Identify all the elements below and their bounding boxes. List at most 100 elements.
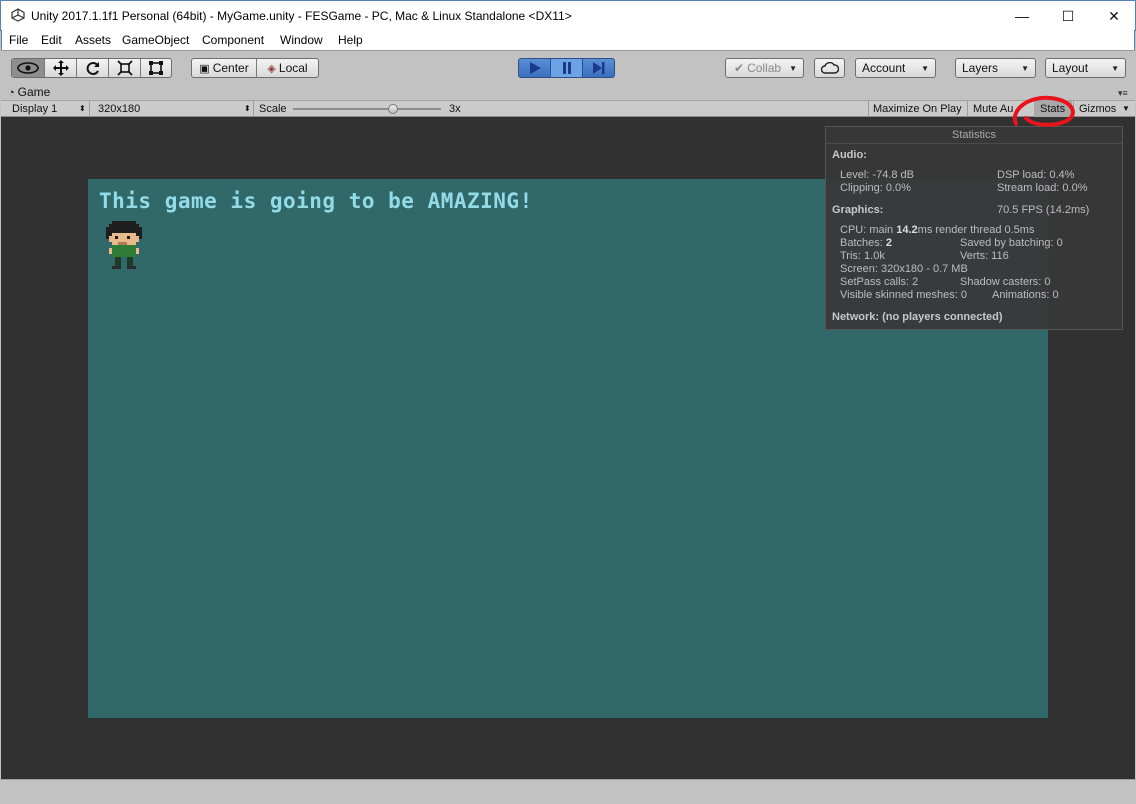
cpu-main-value: 14.2 [896,224,918,236]
skinned-meshes: Visible skinned meshes: 0 [840,289,967,301]
gizmos-dropdown[interactable]: Gizmos [1079,103,1116,115]
pause-button[interactable] [551,59,583,77]
game-view-toolbar: Display 1 ⬍ 320x180 ⬍ Scale 3x Maximize … [1,100,1135,117]
cloud-button[interactable] [814,58,845,78]
close-icon: ✕ [1108,7,1120,24]
shadow-casters: Shadow casters: 0 [960,276,1051,288]
move-tool-button[interactable] [45,59,77,77]
scale-tool-button[interactable] [109,59,141,77]
fps-readout: 70.5 FPS (14.2ms) [997,204,1090,216]
menu-component[interactable]: Component [202,33,264,47]
statistics-panel: Statistics Audio: Level: -74.8 dB DSP lo… [825,126,1123,330]
unity-logo-icon [11,8,25,22]
game-message-text: This game is going to be AMAZING! [99,189,533,213]
resolution-dropdown[interactable]: 320x180 [98,103,140,115]
menu-assets[interactable]: Assets [75,33,111,47]
game-tab-header [1,84,1135,100]
menu-gameobject[interactable]: GameObject [122,33,189,47]
play-controls [518,58,615,78]
network-status: Network: (no players connected) [832,311,1003,323]
chevron-down-icon: ▼ [1111,64,1119,73]
menu-edit[interactable]: Edit [41,33,62,47]
play-icon [529,62,541,74]
pivot-label: Center [212,61,249,75]
updown-arrow-icon: ⬍ [244,104,251,113]
minimize-button[interactable]: — [999,1,1045,31]
chevron-down-icon: ▼ [921,64,929,73]
maximize-button[interactable]: ☐ [1045,1,1091,31]
tab-menu-icon[interactable]: ▾≡ [1118,88,1128,99]
cpu-readout: CPU: main 14.2ms render thread 0.5ms [840,224,1034,236]
scale-label: Scale [259,103,287,115]
chevron-down-icon: ▼ [789,64,797,73]
handle-label: Local [278,61,308,75]
minimize-icon: — [1015,8,1029,24]
main-toolbar: ▣ Center ◈ Local ✔ Collab ▼ Account ▼ Layer… [1,50,1135,84]
scale-slider-thumb[interactable] [388,104,398,114]
pivot-icon: ▣ [199,62,210,75]
setpass-readout: SetPass calls: 2 [840,276,919,288]
tab-game-label: Game [17,85,51,99]
step-icon [592,62,604,74]
cpu-prefix: CPU: main [840,224,897,236]
tris-readout: Tris: 1.0k [840,250,885,262]
pivot-controls: ▣ Center ◈ Local [191,58,319,78]
rotate-icon [86,62,99,75]
menu-help[interactable]: Help [338,33,363,47]
chevron-down-icon: ▼ [1021,64,1029,73]
batches-value: 2 [885,237,892,249]
eye-icon [17,62,39,74]
window-title: Unity 2017.1.1f1 Personal (64bit) - MyGa… [31,9,572,23]
layout-label: Layout [1052,61,1089,75]
pause-icon [562,62,571,74]
status-bar [0,779,1136,804]
scale-slider-track[interactable] [293,108,441,110]
pacman-icon: ◔ [8,87,15,99]
collab-label: Collab [747,61,782,75]
rotate-tool-button[interactable] [77,59,109,77]
animations-readout: Animations: 0 [992,289,1059,301]
layers-label: Layers [962,61,999,75]
account-label: Account [862,61,906,75]
play-button[interactable] [519,59,551,77]
pivot-center-button[interactable]: ▣ Center [192,59,257,77]
cloud-icon [820,62,839,74]
close-button[interactable]: ✕ [1091,1,1136,31]
verts-readout: Verts: 116 [960,250,1009,262]
account-dropdown[interactable]: Account ▼ [855,58,936,78]
title-bar: Unity 2017.1.1f1 Personal (64bit) - MyGa… [0,0,1136,31]
rect-tool-button[interactable] [141,59,171,77]
batches-readout: Batches: 2 [840,237,892,249]
player-character-sprite [106,221,142,269]
checkmark-icon: ✔ [734,61,745,75]
collab-button[interactable]: ✔ Collab ▼ [725,58,804,78]
tab-game[interactable]: ◔ Game [8,85,50,99]
menu-file[interactable]: File [9,33,28,47]
stream-load: Stream load: 0.0% [997,182,1088,194]
maximize-on-play-toggle[interactable]: Maximize On Play [873,103,962,115]
scale-value: 3x [449,103,461,115]
scale-icon [116,60,133,76]
menu-window[interactable]: Window [280,33,323,47]
graphics-header: Graphics: [832,204,884,216]
audio-clipping: Clipping: 0.0% [840,182,911,194]
step-button[interactable] [583,59,614,77]
rect-tool-icon [149,61,163,75]
screen-readout: Screen: 320x180 - 0.7 MB [840,263,968,275]
batches-prefix: Batches: [840,237,886,249]
view-tool-button[interactable] [12,59,45,77]
annotation-circle [1012,95,1075,127]
cube-icon: ◈ [267,62,276,75]
move-icon [52,60,69,76]
display-dropdown[interactable]: Display 1 [12,103,57,115]
audio-header: Audio: [832,149,867,161]
maximize-icon: ☐ [1061,7,1075,24]
chevron-down-icon: ▼ [1122,104,1130,113]
layout-dropdown[interactable]: Layout ▼ [1045,58,1126,78]
updown-arrow-icon: ⬍ [79,104,86,113]
menu-bar: File Edit Assets GameObject Component Wi… [1,30,1135,50]
audio-level: Level: -74.8 dB [840,169,914,181]
pivot-local-button[interactable]: ◈ Local [257,59,318,77]
layers-dropdown[interactable]: Layers ▼ [955,58,1036,78]
dsp-load: DSP load: 0.4% [997,169,1075,181]
